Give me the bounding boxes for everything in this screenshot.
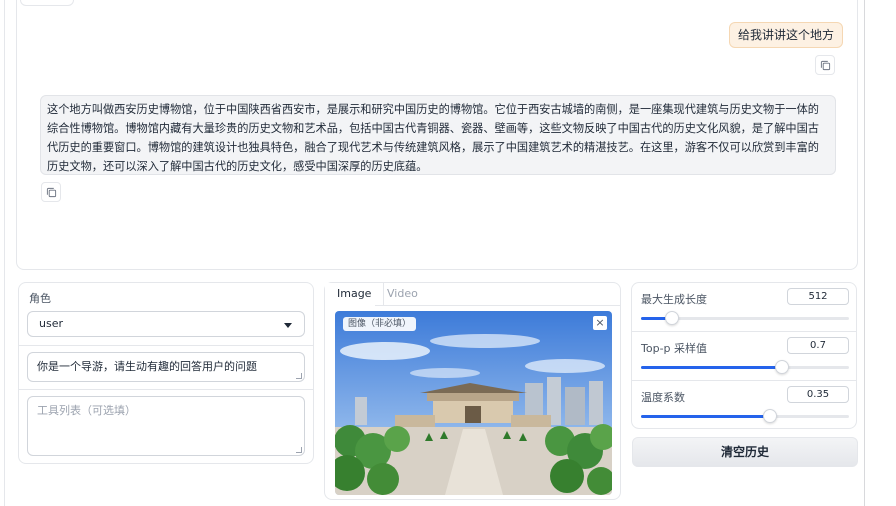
slider-track[interactable] xyxy=(641,360,849,374)
slider-thumb[interactable] xyxy=(775,360,790,374)
museum-photo xyxy=(335,311,612,495)
copy-user-message-button[interactable] xyxy=(815,55,835,75)
max-tokens-label: 最大生成长度 xyxy=(641,293,707,306)
divider xyxy=(19,345,313,346)
close-icon[interactable]: × xyxy=(593,316,607,330)
copy-icon xyxy=(46,187,56,197)
temperature-input[interactable]: 0.35 xyxy=(787,386,849,403)
tools-input[interactable]: 工具列表（可选填） xyxy=(27,396,305,456)
media-panel: Image Video 图像（非必填） × xyxy=(324,282,621,500)
slider-fill xyxy=(641,366,783,369)
resize-handle-icon[interactable] xyxy=(296,447,302,453)
params-panel: 最大生成长度 512 Top-p 采样值 0.7 温度系数 0.35 xyxy=(631,282,857,429)
page-edge-left xyxy=(4,0,5,506)
image-label: 图像（非必填） xyxy=(343,317,417,331)
tab-underline xyxy=(375,305,621,306)
slider-fill xyxy=(641,415,770,418)
tab-video[interactable]: Video xyxy=(375,283,430,305)
top-p-label: Top-p 采样值 xyxy=(641,342,708,355)
bot-message: 这个地方叫做西安历史博物馆，位于中国陕西省西安市，是展示和研究中国历史的博物馆。… xyxy=(40,95,836,175)
temperature-slider: 温度系数 0.35 xyxy=(632,381,856,429)
role-select[interactable]: user xyxy=(27,311,305,337)
copy-bot-message-button[interactable] xyxy=(41,182,61,202)
user-message: 给我讲讲这个地方 xyxy=(729,22,844,48)
chevron-down-icon xyxy=(284,323,292,328)
input-panel: 角色 user 你是一个导游，请生动有趣的回答用户的问题 工具列表（可选填） xyxy=(18,282,314,464)
max-tokens-input[interactable]: 512 xyxy=(787,288,849,305)
role-select-value: user xyxy=(39,317,63,330)
chatbot-header-tab xyxy=(20,0,74,6)
resize-handle-icon[interactable] xyxy=(296,373,302,379)
page-edge-right xyxy=(864,0,865,506)
slider-track[interactable] xyxy=(641,409,849,423)
tools-placeholder: 工具列表（可选填） xyxy=(37,404,136,417)
divider xyxy=(19,389,313,390)
top-p-slider: Top-p 采样值 0.7 xyxy=(632,332,856,380)
system-prompt-input[interactable]: 你是一个导游，请生动有趣的回答用户的问题 xyxy=(27,352,305,382)
max-tokens-slider: 最大生成长度 512 xyxy=(632,283,856,331)
slider-thumb[interactable] xyxy=(762,409,777,423)
clear-history-button[interactable]: 清空历史 xyxy=(632,437,858,467)
slider-track[interactable] xyxy=(641,311,849,325)
temperature-label: 温度系数 xyxy=(641,391,685,404)
uploaded-image[interactable]: 图像（非必填） × xyxy=(335,311,612,495)
system-prompt-text: 你是一个导游，请生动有趣的回答用户的问题 xyxy=(37,360,257,373)
top-p-input[interactable]: 0.7 xyxy=(787,337,849,354)
role-label: 角色 xyxy=(29,292,51,305)
copy-icon xyxy=(820,60,830,70)
slider-thumb[interactable] xyxy=(665,311,680,325)
